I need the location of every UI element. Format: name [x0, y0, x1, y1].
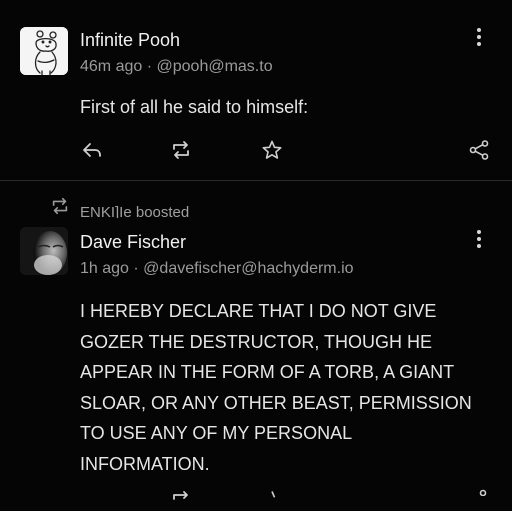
post-meta: 1h ago · @davefischer@hachyderm.io — [80, 260, 354, 278]
boost-banner[interactable]: ENKI]Ie boosted — [0, 188, 512, 218]
meta-separator: · — [146, 58, 153, 75]
content-line: I HEREBY DECLARE THAT I DO NOT GIVE — [80, 301, 437, 321]
content-line: GOZER THE DESTRUCTOR, THOUGH HE — [80, 331, 433, 352]
boost-banner-icon — [50, 196, 70, 216]
more-options-icon[interactable] — [477, 28, 481, 49]
post-time[interactable]: 1h ago — [80, 260, 129, 277]
boost-icon[interactable] — [170, 139, 192, 161]
post-divider — [0, 180, 512, 181]
content-line: TO USE ANY OF MY PERSONAL — [80, 423, 353, 443]
post-2[interactable]: Dave Fischer 1h ago · @davefischer@hachy… — [0, 220, 512, 500]
author-avatar[interactable] — [20, 27, 68, 75]
more-options-icon[interactable] — [477, 230, 481, 251]
author-avatar[interactable] — [20, 227, 68, 275]
post-content: I HEREBY DECLARE THAT I DO NOT GIVE GOZE… — [80, 296, 500, 479]
post-meta: 46m ago · @pooh@mas.to — [80, 58, 273, 76]
boost-banner-label: ENKI]Ie boosted — [80, 204, 190, 218]
content-line: APPEAR IN THE FORM OF A TORB, A GIANT — [80, 362, 455, 382]
content-line: INFORMATION. — [80, 453, 210, 474]
reply-icon[interactable] — [81, 139, 103, 161]
post-content: First of all he said to himself: — [80, 97, 309, 117]
favourite-icon[interactable] — [261, 489, 283, 511]
boost-banner-text: ENKI]Ie boosted — [80, 204, 189, 218]
post-1[interactable]: Infinite Pooh 46m ago · @pooh@mas.to Fir… — [0, 0, 512, 180]
pooh-sketch-avatar-icon — [20, 27, 68, 75]
bearded-man-photo-avatar-icon — [20, 227, 68, 275]
author-handle[interactable]: @pooh@mas.to — [157, 58, 273, 75]
favourite-icon[interactable] — [261, 139, 283, 161]
meta-separator: · — [133, 260, 139, 277]
author-name[interactable]: Infinite Pooh — [80, 30, 180, 51]
author-handle[interactable]: @davefischer@hachyderm.io — [143, 260, 353, 277]
content-line: SLOAR, OR ANY OTHER BEAST, PERMISSION — [80, 392, 472, 413]
boost-icon[interactable] — [170, 489, 192, 511]
post-time[interactable]: 46m ago — [80, 58, 142, 75]
author-name[interactable]: Dave Fischer — [80, 232, 186, 253]
share-icon[interactable] — [468, 139, 490, 161]
